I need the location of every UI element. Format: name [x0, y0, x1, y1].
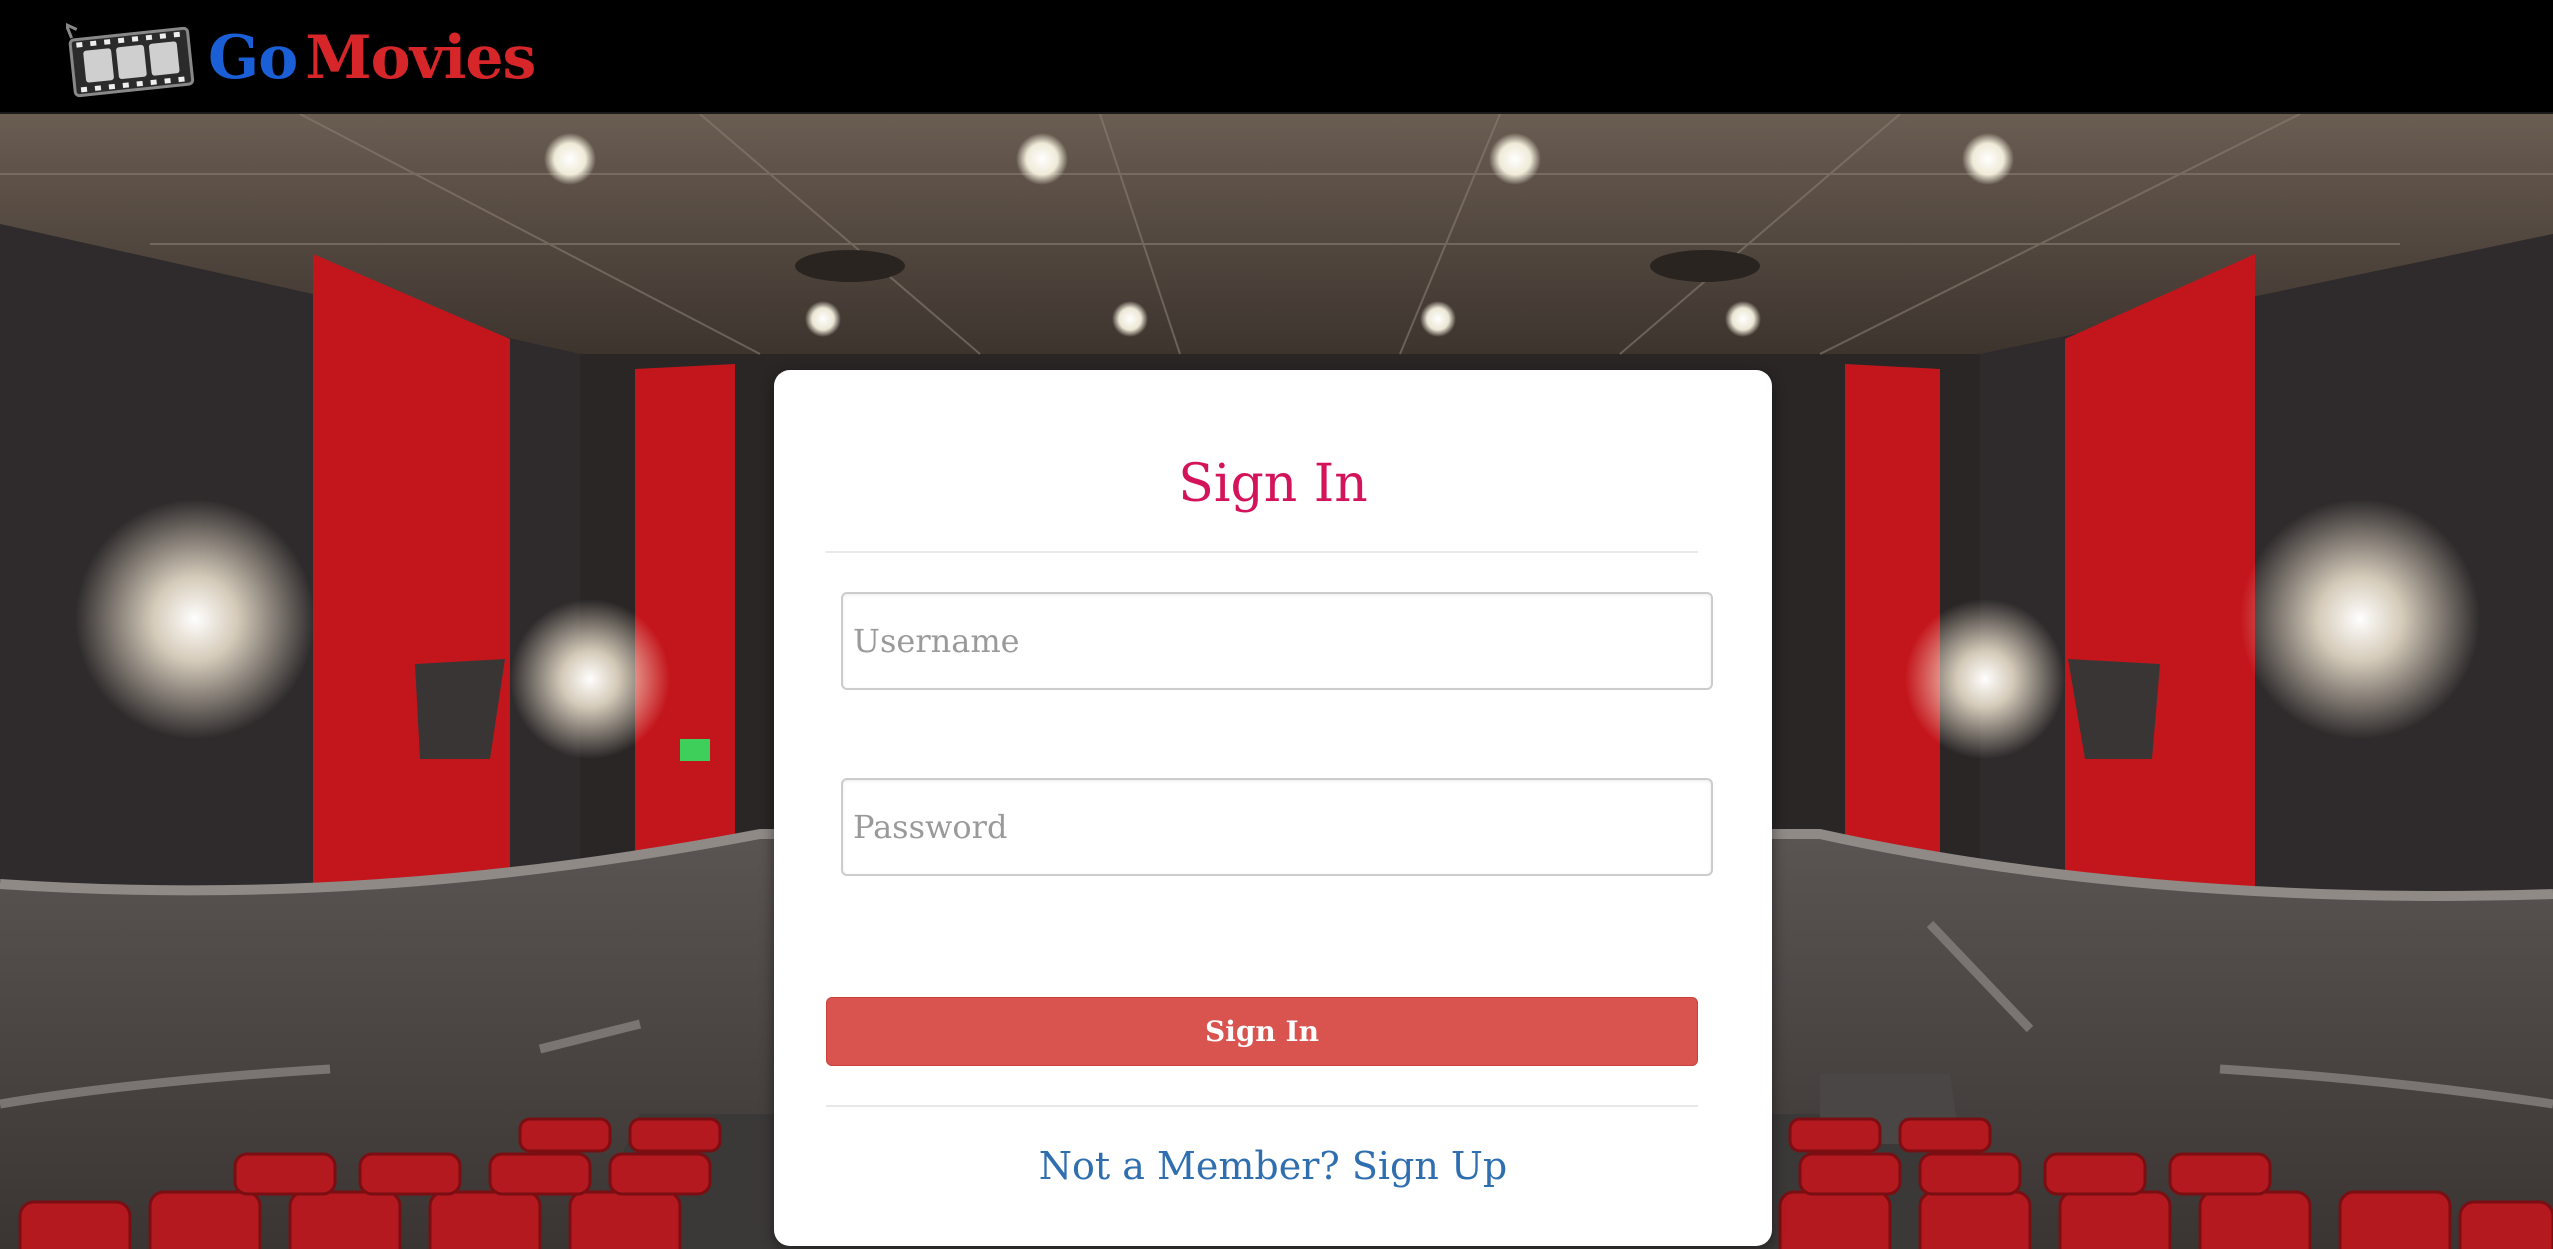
film-reel-icon — [66, 14, 196, 102]
login-card: Sign In Sign In Not a Member? Sign Up — [774, 370, 1772, 1246]
sign-in-button[interactable]: Sign In — [826, 997, 1698, 1066]
footer-divider — [826, 1105, 1698, 1107]
brand-name: Go Movies — [208, 28, 536, 88]
brand-logo[interactable]: Go Movies — [66, 14, 536, 102]
username-input[interactable] — [841, 592, 1713, 690]
password-input[interactable] — [841, 778, 1713, 876]
page-title: Sign In — [1178, 454, 1368, 514]
title-divider — [826, 551, 1698, 553]
sign-up-link[interactable]: Not a Member? Sign Up — [774, 1144, 1772, 1188]
brand-name-movies: Movies — [305, 23, 536, 93]
brand-name-go: Go — [208, 23, 298, 93]
top-navbar: Go Movies — [0, 0, 2553, 114]
